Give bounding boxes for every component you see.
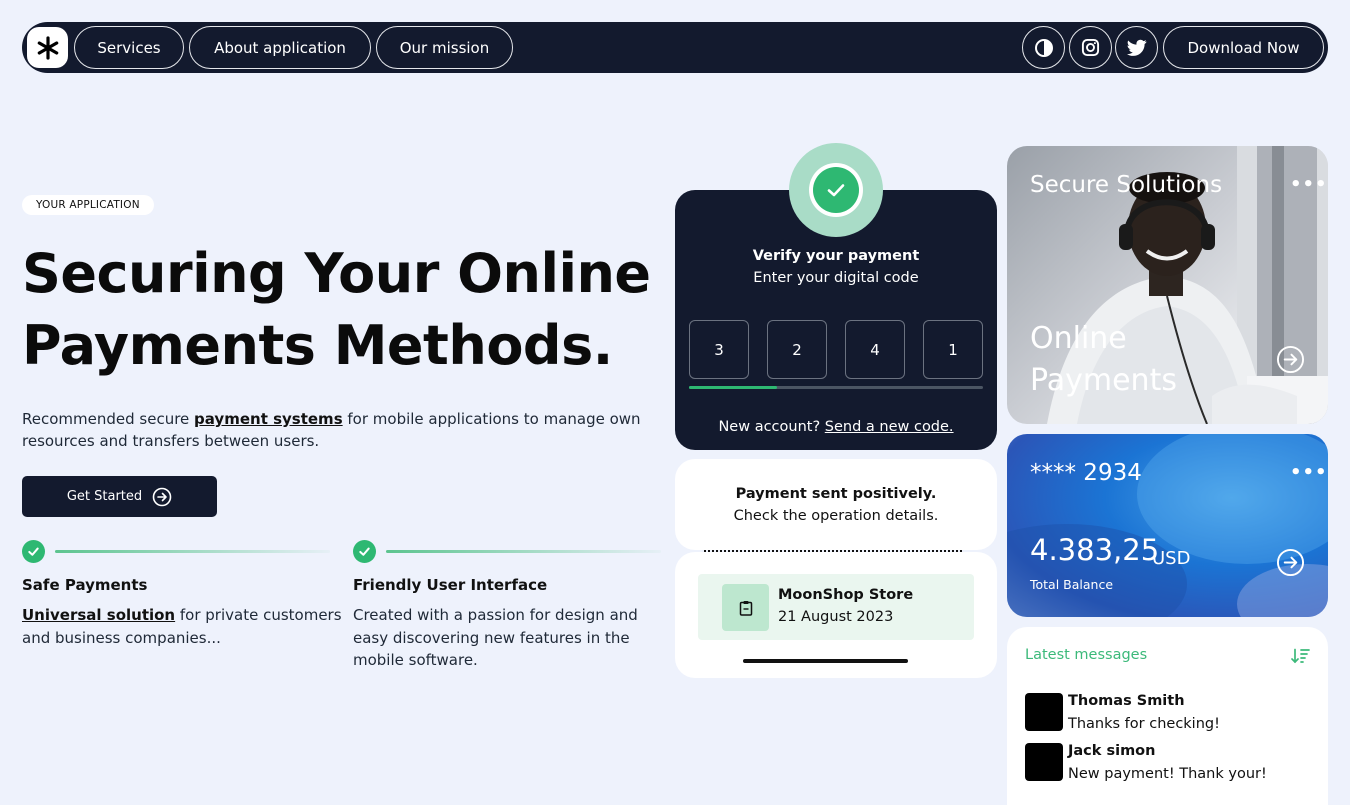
new-account-text: New account? Send a new code. bbox=[675, 419, 997, 435]
sort-icon[interactable] bbox=[1291, 648, 1311, 668]
balance-label: Total Balance bbox=[1030, 577, 1114, 592]
verify-progress-fill bbox=[689, 386, 777, 389]
home-indicator bbox=[743, 659, 908, 663]
message-item[interactable] bbox=[1025, 693, 1063, 731]
check-icon bbox=[813, 167, 859, 213]
feature-title-friendly-ui: Friendly User Interface bbox=[353, 576, 548, 594]
more-options-icon[interactable]: ••• bbox=[1290, 174, 1328, 195]
payment-sent-title: Payment sent positively. bbox=[735, 486, 937, 502]
balance-amount: 4.383,25 bbox=[1030, 533, 1160, 567]
hero-desc-pre: Recommended secure bbox=[22, 410, 195, 428]
top-navbar: Services About application Our mission D… bbox=[22, 22, 1328, 73]
download-now-button[interactable]: Download Now bbox=[1163, 26, 1324, 69]
arrow-right-circle-icon[interactable] bbox=[1276, 345, 1305, 378]
photo-card-heading-line-2: Payments bbox=[1030, 363, 1177, 398]
feature-divider bbox=[386, 550, 661, 553]
photo-card-heading-line-1: Online bbox=[1030, 321, 1127, 356]
message-sender: Thomas Smith bbox=[1068, 693, 1185, 709]
hero-title-line-2: Payments Methods. bbox=[22, 314, 613, 377]
payment-sent-card bbox=[675, 459, 997, 550]
new-account-label: New account? bbox=[718, 419, 821, 435]
theme-toggle-button[interactable] bbox=[1022, 26, 1065, 69]
hero-tag: YOUR APPLICATION bbox=[22, 195, 154, 215]
nav-about-application[interactable]: About application bbox=[189, 26, 371, 69]
instagram-button[interactable] bbox=[1069, 26, 1112, 69]
feature-text-friendly-ui: Created with a passion for design and ea… bbox=[353, 606, 638, 669]
code-digit-3[interactable]: 4 bbox=[845, 320, 905, 379]
verified-badge bbox=[789, 143, 883, 237]
message-item[interactable] bbox=[1025, 743, 1063, 781]
hero-title: Securing Your Online Payments Methods. bbox=[22, 238, 662, 382]
nav-our-mission[interactable]: Our mission bbox=[376, 26, 513, 69]
payment-sent-subtitle: Check the operation details. bbox=[733, 508, 939, 524]
twitter-button[interactable] bbox=[1115, 26, 1158, 69]
feature-divider bbox=[55, 550, 330, 553]
avatar bbox=[1025, 743, 1063, 781]
store-name: MoonShop Store bbox=[778, 587, 914, 603]
code-digit-2[interactable]: 2 bbox=[767, 320, 827, 379]
avatar bbox=[1025, 693, 1063, 731]
hero-title-line-1: Securing Your Online bbox=[22, 242, 651, 305]
nav-services[interactable]: Services bbox=[74, 26, 184, 69]
clipboard-icon bbox=[722, 584, 769, 631]
code-digit-4[interactable]: 1 bbox=[923, 320, 983, 379]
feature-title-safe-payments: Safe Payments bbox=[22, 576, 148, 594]
arrow-right-circle-icon[interactable] bbox=[1276, 548, 1305, 581]
asterisk-icon bbox=[37, 35, 58, 60]
message-sender: Jack simon bbox=[1068, 743, 1156, 759]
code-digit-1[interactable]: 3 bbox=[689, 320, 749, 379]
send-new-code-link[interactable]: Send a new code. bbox=[825, 419, 954, 435]
card-number: **** 2934 bbox=[1030, 460, 1142, 486]
get-started-button[interactable]: Get Started bbox=[22, 476, 217, 517]
message-text: Thanks for checking! bbox=[1068, 716, 1220, 732]
hero-description: Recommended secure payment systems for m… bbox=[22, 408, 662, 452]
verify-subtitle: Enter your digital code bbox=[753, 270, 919, 286]
verify-title: Verify your payment bbox=[752, 248, 920, 264]
payment-systems-link[interactable]: payment systems bbox=[194, 410, 343, 428]
photo-card-heading: Online Payments bbox=[1030, 318, 1230, 402]
message-text: New payment! Thank your! bbox=[1068, 766, 1267, 782]
store-date: 21 August 2023 bbox=[778, 609, 894, 625]
check-icon bbox=[22, 540, 45, 563]
arrow-right-circle-icon bbox=[152, 487, 172, 506]
more-options-icon[interactable]: ••• bbox=[1290, 462, 1328, 483]
twitter-icon bbox=[1126, 39, 1147, 56]
check-icon bbox=[353, 540, 376, 563]
feature-text-safe-payments: Universal solution for private customers… bbox=[22, 604, 342, 649]
contrast-icon bbox=[1034, 38, 1053, 57]
latest-messages-title: Latest messages bbox=[1025, 647, 1148, 663]
universal-solution-link[interactable]: Universal solution bbox=[22, 606, 175, 624]
balance-currency: USD bbox=[1152, 548, 1191, 569]
photo-card-title: Secure Solutions bbox=[1030, 172, 1223, 198]
instagram-icon bbox=[1081, 38, 1100, 57]
logo[interactable] bbox=[27, 27, 68, 68]
get-started-label: Get Started bbox=[66, 489, 143, 504]
